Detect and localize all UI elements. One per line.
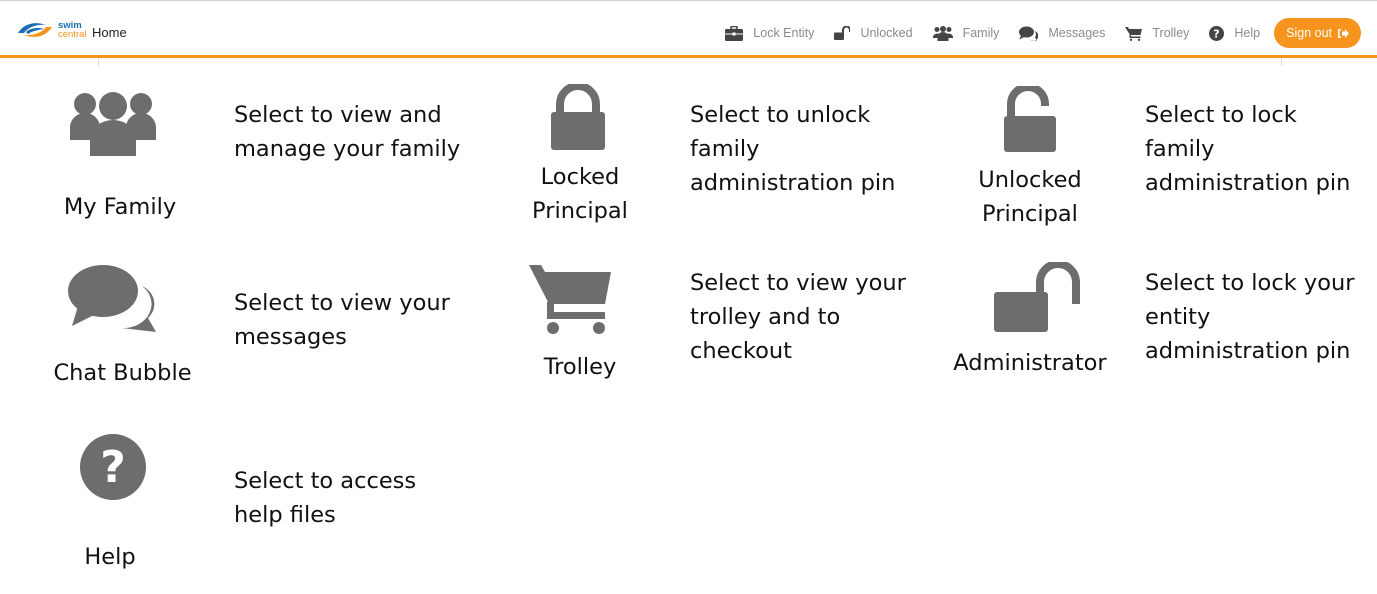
sign-out-icon bbox=[1338, 28, 1349, 38]
question-circle-icon: ? bbox=[80, 434, 146, 500]
nav-right: Lock Entity Unlocked Family Messages Tro… bbox=[725, 18, 1361, 48]
tile-unlocked-principal-label-line1: Unlocked bbox=[978, 167, 1082, 193]
users-icon bbox=[932, 25, 953, 41]
logo-line2: central bbox=[58, 29, 87, 40]
swim-central-logo-icon bbox=[18, 23, 52, 37]
sign-out-label: Sign out bbox=[1286, 26, 1332, 40]
tile-unlocked-principal-description: Select to lock family administration pin bbox=[1145, 102, 1351, 196]
navbar-divider-tick bbox=[1281, 58, 1282, 66]
tile-locked-principal-label-line1: Locked bbox=[540, 164, 620, 190]
nav-help[interactable]: ? Help bbox=[1209, 25, 1261, 41]
question-circle-icon: ? bbox=[1209, 25, 1225, 41]
tile-my-family-label: My Family bbox=[63, 194, 177, 220]
cart-icon bbox=[1125, 26, 1143, 41]
tile-trolley-description: Select to view your trolley and to check… bbox=[690, 270, 906, 364]
svg-text:?: ? bbox=[100, 442, 126, 493]
sign-out-button[interactable]: Sign out bbox=[1274, 18, 1361, 48]
tile-locked-principal-description: Select to unlock family administration p… bbox=[690, 102, 896, 196]
nav-unlocked[interactable]: Unlocked bbox=[834, 26, 913, 40]
briefcase-icon bbox=[725, 25, 744, 41]
nav-trolley[interactable]: Trolley bbox=[1125, 26, 1189, 41]
tile-trolley-label: Trolley bbox=[543, 354, 617, 380]
nav-lock-entity-label: Lock Entity bbox=[753, 26, 815, 40]
unlock-icon bbox=[834, 26, 851, 40]
nav-family[interactable]: Family bbox=[932, 25, 1000, 41]
cart-icon bbox=[529, 265, 611, 334]
home-link[interactable]: Home bbox=[92, 25, 127, 40]
tile-my-family-description: Select to view and manage your family bbox=[234, 102, 461, 162]
tile-chat-bubble-label: Chat Bubble bbox=[53, 360, 192, 386]
unlock-icon bbox=[1004, 86, 1056, 152]
nav-help-label: Help bbox=[1234, 26, 1261, 40]
tile-locked-principal-label-line2: Principal bbox=[532, 198, 628, 224]
tile-help-label: Help bbox=[84, 544, 136, 570]
nav-family-label: Family bbox=[962, 26, 1000, 40]
unlock-alt-icon bbox=[994, 262, 1080, 332]
tile-help-description: Select to access help files bbox=[234, 468, 417, 528]
lock-icon bbox=[551, 84, 605, 150]
users-icon bbox=[70, 92, 156, 156]
comments-icon bbox=[68, 265, 156, 332]
brand-logo[interactable]: swim central bbox=[16, 19, 87, 41]
nav-messages[interactable]: Messages bbox=[1019, 26, 1105, 41]
top-navbar: swim central Home Lock Entity Unlocked F… bbox=[0, 0, 1377, 58]
nav-lock-entity[interactable]: Lock Entity bbox=[725, 25, 815, 41]
tile-chat-bubble-description: Select to view your messages bbox=[234, 290, 450, 350]
svg-text:?: ? bbox=[1214, 27, 1220, 40]
tile-administrator-label: Administrator bbox=[953, 350, 1107, 376]
nav-unlocked-label: Unlocked bbox=[860, 26, 913, 40]
nav-messages-label: Messages bbox=[1048, 26, 1106, 40]
navbar-divider-tick bbox=[98, 58, 99, 66]
tile-unlocked-principal-label-line2: Principal bbox=[982, 201, 1078, 227]
comments-icon bbox=[1019, 26, 1039, 41]
tile-administrator-description: Select to lock your entity administratio… bbox=[1145, 270, 1355, 364]
nav-trolley-label: Trolley bbox=[1152, 26, 1190, 40]
